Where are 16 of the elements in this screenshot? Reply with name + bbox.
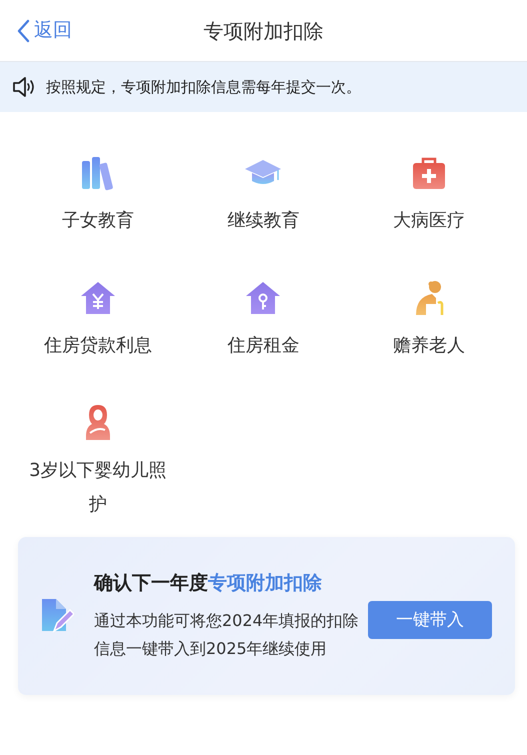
- category-link[interactable]: 住房贷款利息: [22, 329, 173, 363]
- category-link[interactable]: 大病医疗: [354, 204, 504, 238]
- back-chevron-icon: [16, 18, 30, 42]
- category-link[interactable]: 继续教育: [188, 204, 338, 238]
- back-button[interactable]: 返回: [16, 16, 72, 45]
- house-key-icon: [244, 279, 282, 317]
- category-link[interactable]: 子女教育: [22, 204, 173, 238]
- notice-text: 按照规定，专项附加扣除信息需每年提交一次。: [46, 76, 361, 98]
- category-link[interactable]: 3岁以下婴幼儿照护: [22, 454, 173, 522]
- promo-title: 确认下一年度专项附加扣除: [94, 570, 323, 596]
- document-pencil-icon: [40, 597, 74, 635]
- promo-description: 通过本功能可将您2024年填报的扣除信息一键带入到2025年继续使用: [94, 610, 360, 660]
- house-yen-icon: [78, 279, 117, 317]
- category-link[interactable]: 住房租金: [188, 329, 338, 363]
- category-link[interactable]: 赡养老人: [354, 329, 504, 363]
- page-title: 专项附加扣除: [204, 18, 324, 42]
